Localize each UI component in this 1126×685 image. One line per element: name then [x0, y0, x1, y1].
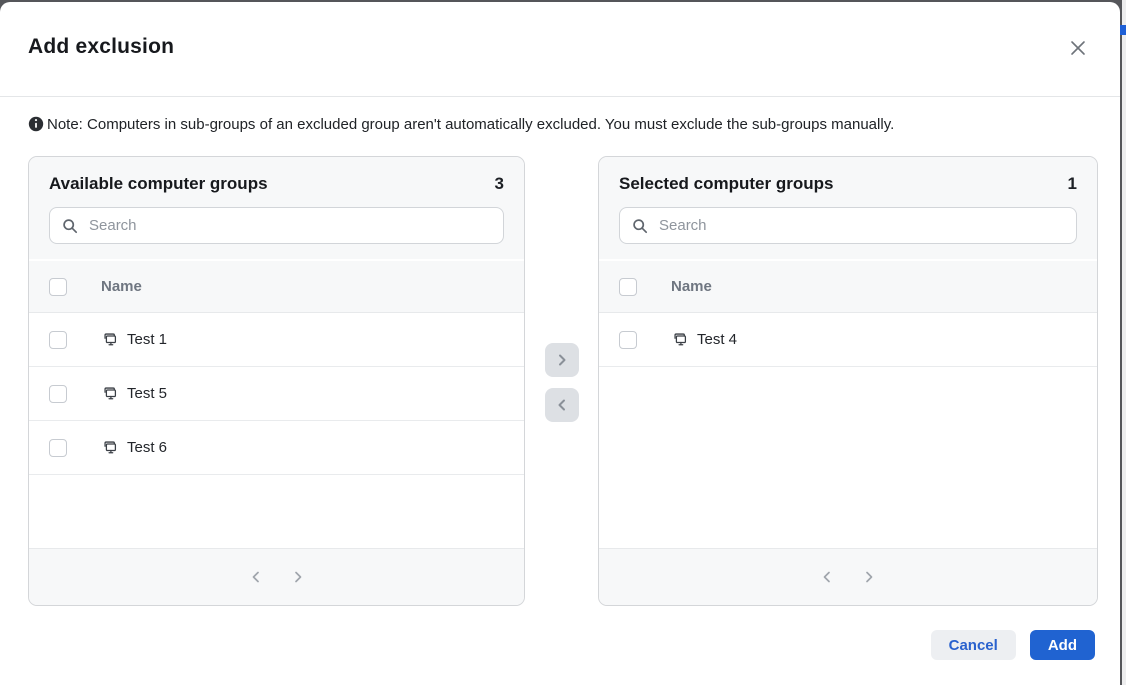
table-row[interactable]: Test 4	[599, 313, 1097, 367]
pagination-prev-button[interactable]	[248, 569, 264, 585]
available-rows: Test 1 Test 5 Test 6	[29, 313, 524, 548]
pagination-next-button[interactable]	[861, 569, 877, 585]
note-row: Note: Computers in sub-groups of an excl…	[28, 113, 1092, 135]
add-button[interactable]: Add	[1030, 630, 1095, 660]
close-button[interactable]	[1067, 37, 1089, 59]
chevron-left-icon	[555, 398, 569, 412]
chevron-right-icon	[291, 570, 305, 584]
row-checkbox[interactable]	[49, 385, 67, 403]
available-count-badge: 3	[495, 174, 504, 194]
computer-group-icon	[101, 331, 119, 349]
table-row[interactable]: Test 5	[29, 367, 524, 421]
row-checkbox[interactable]	[49, 439, 67, 457]
row-label: Test 5	[127, 385, 167, 402]
page-behind-accent	[1120, 25, 1126, 35]
add-exclusion-dialog: Add exclusion Note: Computers in sub-gro…	[0, 2, 1120, 685]
selected-search-input[interactable]	[659, 217, 1064, 234]
name-column-header: Name	[671, 278, 712, 295]
table-row[interactable]: Test 6	[29, 421, 524, 475]
dialog-header: Add exclusion	[0, 2, 1120, 97]
chevron-left-icon	[249, 570, 263, 584]
move-right-button[interactable]	[545, 343, 579, 377]
chevron-right-icon	[555, 353, 569, 367]
selected-search-box	[619, 207, 1077, 244]
computer-group-icon	[101, 439, 119, 457]
note-text: Note: Computers in sub-groups of an excl…	[47, 116, 894, 133]
close-icon	[1069, 39, 1087, 57]
table-row[interactable]: Test 1	[29, 313, 524, 367]
dual-list-transfer: Available computer groups 3 Name	[28, 156, 1120, 606]
available-groups-panel: Available computer groups 3 Name	[28, 156, 525, 606]
available-pagination	[29, 548, 524, 605]
move-left-button[interactable]	[545, 388, 579, 422]
available-search-box	[49, 207, 504, 244]
select-all-checkbox[interactable]	[619, 278, 637, 296]
available-table-header: Name	[29, 261, 524, 313]
selected-table-header: Name	[599, 261, 1097, 313]
select-all-checkbox[interactable]	[49, 278, 67, 296]
info-icon	[28, 116, 44, 132]
row-checkbox[interactable]	[619, 331, 637, 349]
available-search-input[interactable]	[89, 217, 491, 234]
computer-group-icon	[671, 331, 689, 349]
chevron-right-icon	[862, 570, 876, 584]
dialog-actions: Cancel Add	[0, 630, 1095, 660]
chevron-left-icon	[820, 570, 834, 584]
selected-panel-top: Selected computer groups 1	[599, 157, 1097, 259]
row-label: Test 4	[697, 331, 737, 348]
name-column-header: Name	[101, 278, 142, 295]
pagination-prev-button[interactable]	[819, 569, 835, 585]
available-panel-top: Available computer groups 3	[29, 157, 524, 259]
row-label: Test 6	[127, 439, 167, 456]
search-icon	[632, 218, 648, 234]
available-panel-title: Available computer groups	[49, 174, 268, 194]
row-checkbox[interactable]	[49, 331, 67, 349]
computer-group-icon	[101, 385, 119, 403]
row-label: Test 1	[127, 331, 167, 348]
selected-panel-title: Selected computer groups	[619, 174, 833, 194]
selected-count-badge: 1	[1068, 174, 1077, 194]
dialog-title: Add exclusion	[28, 35, 174, 59]
search-icon	[62, 218, 78, 234]
transfer-controls	[525, 156, 598, 606]
selected-pagination	[599, 548, 1097, 605]
pagination-next-button[interactable]	[290, 569, 306, 585]
selected-rows: Test 4	[599, 313, 1097, 548]
selected-groups-panel: Selected computer groups 1 Name	[598, 156, 1098, 606]
cancel-button[interactable]: Cancel	[931, 630, 1016, 660]
page-behind-modal	[1120, 0, 1126, 685]
